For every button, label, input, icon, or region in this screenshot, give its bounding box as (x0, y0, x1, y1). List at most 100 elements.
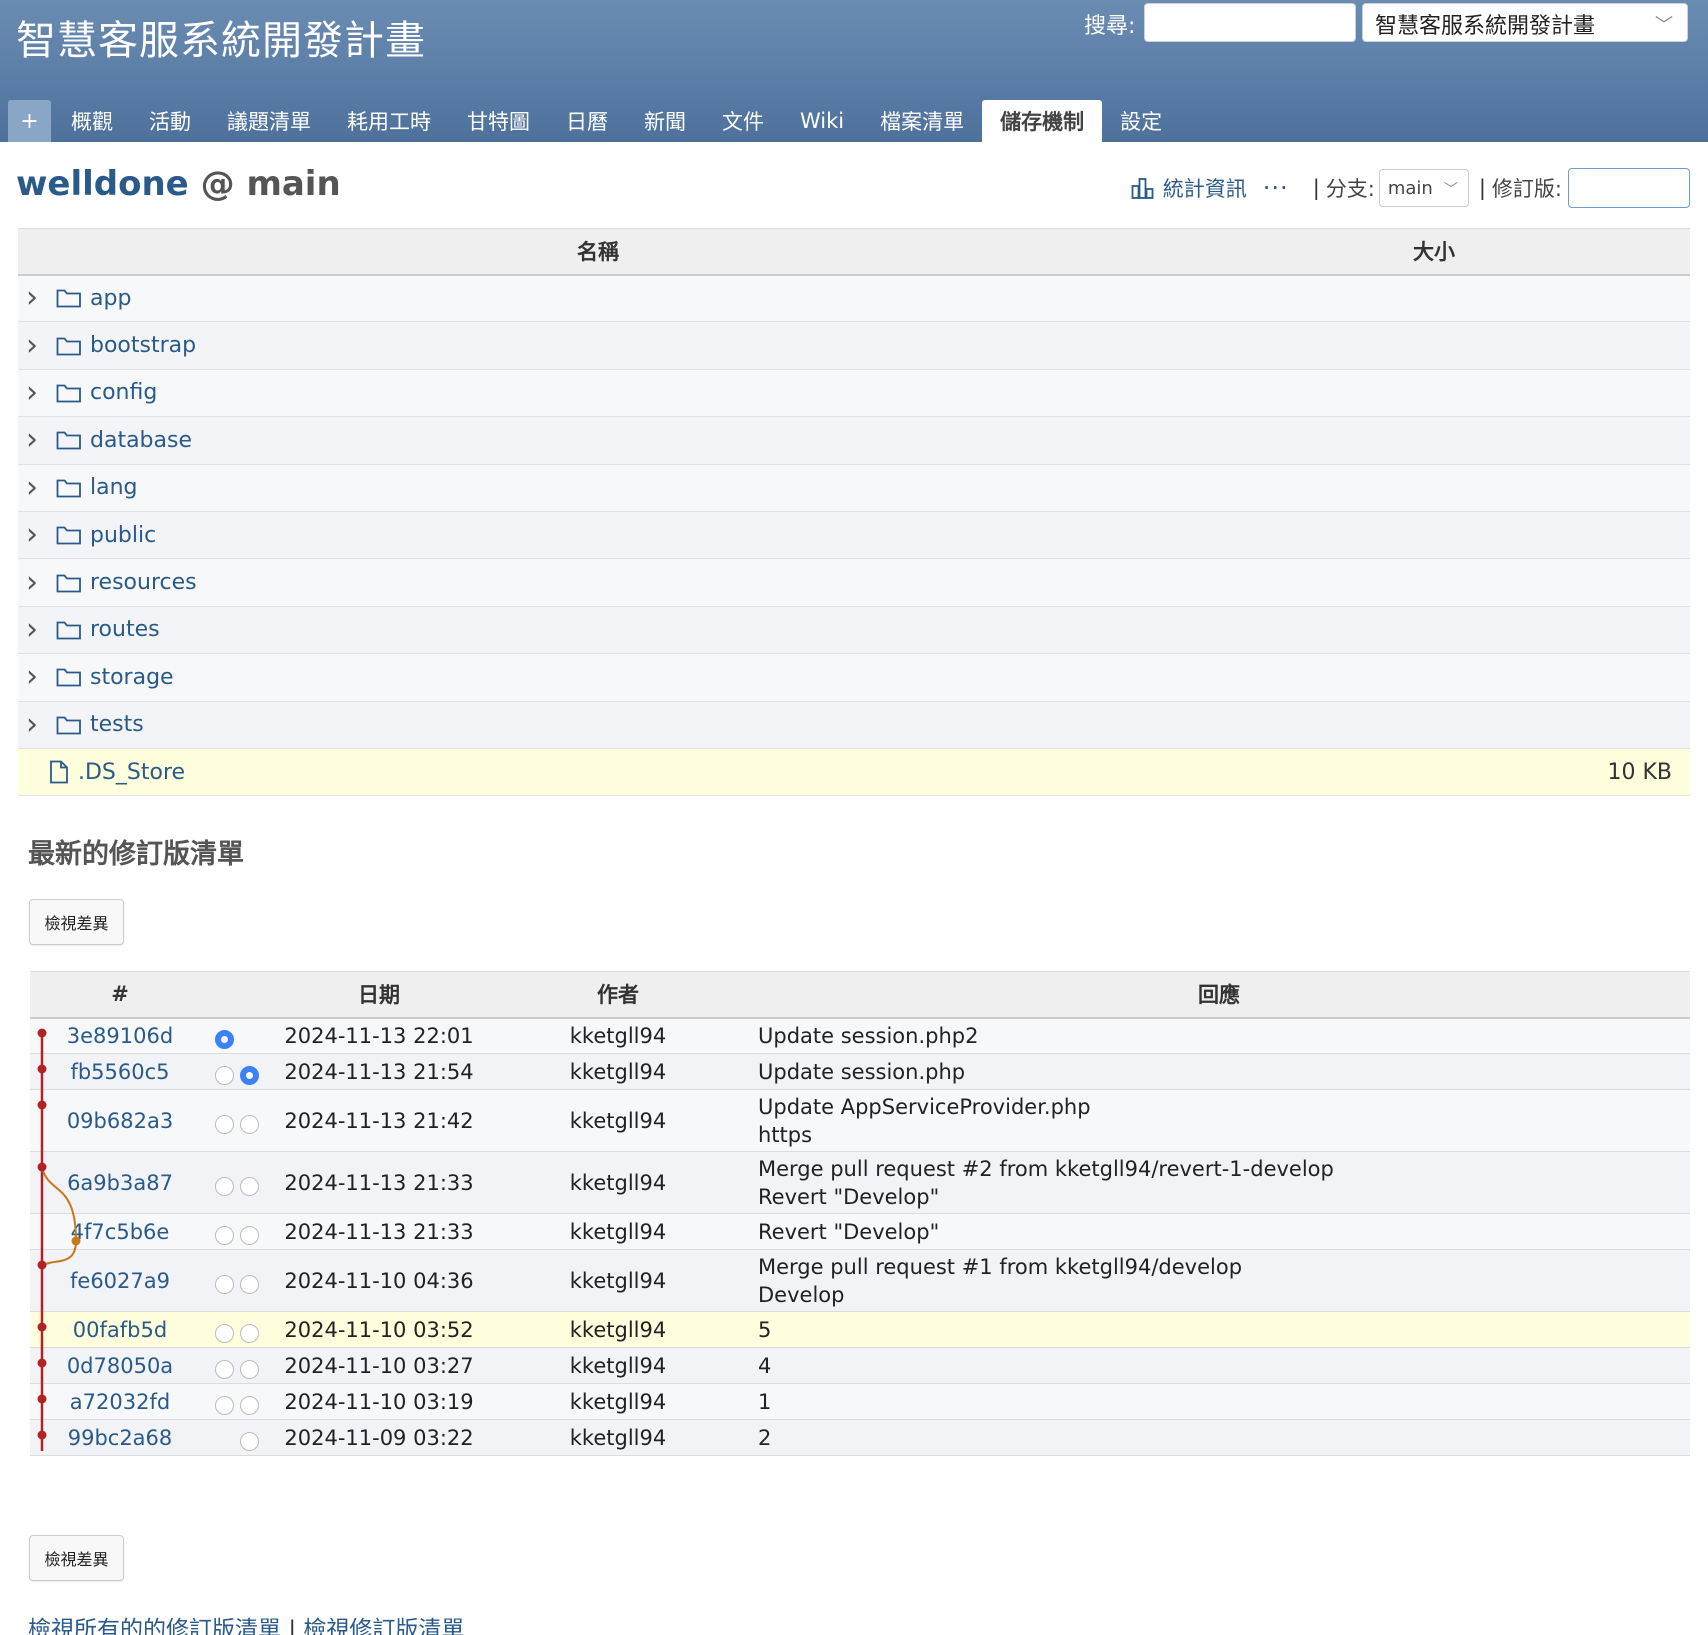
directory-name-link[interactable]: lang (90, 475, 138, 500)
file-entry-row[interactable]: .DS_Store 10 KB (18, 748, 1690, 797)
compare-from-radio[interactable] (215, 1396, 234, 1415)
graph-commit-dot (37, 1322, 47, 1332)
tab-repository[interactable]: 儲存機制 (982, 100, 1103, 142)
revision-date: 2024-11-10 03:52 (270, 1311, 488, 1348)
expand-chevron-icon[interactable]: › (26, 425, 48, 455)
compare-from-radio[interactable] (215, 1275, 234, 1294)
compare-to-radio[interactable] (240, 1396, 259, 1415)
compare-from-radio[interactable] (215, 1324, 234, 1343)
revisions-table: # 日期 作者 回應 3e89106d 2024-11-13 22:01 kketg… (30, 971, 1690, 1456)
new-object-button[interactable]: + (8, 100, 51, 142)
entry-size (1178, 369, 1690, 418)
revision-comment-line: Revert "Develop" (758, 1184, 940, 1209)
directory-name-link[interactable]: resources (90, 570, 197, 595)
tab-time-entries[interactable]: 耗用工時 (329, 100, 449, 142)
directory-entry-row[interactable]: › tests (18, 701, 1690, 749)
compare-to-radio[interactable] (240, 1432, 259, 1451)
compare-to-radio[interactable] (240, 1226, 259, 1245)
compare-radios (210, 1419, 270, 1456)
compare-to-radio[interactable] (240, 1066, 259, 1085)
file-name-link[interactable]: .DS_Store (78, 760, 185, 785)
graph-commit-dot (37, 1162, 47, 1172)
search-input[interactable] (1144, 3, 1356, 42)
expand-chevron-icon[interactable]: › (26, 472, 48, 502)
compare-from-radio[interactable] (215, 1066, 234, 1085)
tab-wiki[interactable]: Wiki (782, 100, 862, 142)
compare-from-radio[interactable] (215, 1177, 234, 1196)
directory-name-link[interactable]: app (90, 286, 131, 311)
chevron-down-icon: ﹀ (1655, 15, 1673, 36)
site-title[interactable]: 智慧客服系統開發計畫 (16, 8, 426, 66)
revision-row: fe6027a9 2024-11-10 04:36 kketgll94 Merge p… (30, 1249, 1690, 1312)
tab-calendar[interactable]: 日曆 (548, 100, 626, 142)
directory-entry-row[interactable]: › bootstrap (18, 321, 1690, 370)
more-actions-icon[interactable]: ··· (1263, 174, 1289, 202)
expand-chevron-icon[interactable]: › (26, 614, 48, 644)
directory-name-link[interactable]: database (90, 428, 192, 453)
directory-entry-row[interactable]: › config (18, 369, 1690, 418)
tab-issues[interactable]: 議題清單 (209, 100, 329, 142)
directory-entry-row[interactable]: › routes (18, 606, 1690, 655)
project-jump-select[interactable]: 智慧客服系統開發計畫 ﹀ (1362, 3, 1688, 42)
compare-to-radio[interactable] (240, 1177, 259, 1196)
tab-gantt[interactable]: 甘特圖 (449, 100, 548, 142)
compare-from-radio[interactable] (215, 1360, 234, 1379)
tab-overview[interactable]: 概觀 (53, 100, 131, 142)
entry-name-cell: › public (18, 511, 1178, 560)
revision-input[interactable] (1568, 168, 1690, 208)
directory-name-link[interactable]: tests (90, 712, 144, 737)
compare-to-radio[interactable] (240, 1115, 259, 1134)
revision-comment-line: Revert "Develop" (758, 1219, 940, 1244)
revision-comment: Update session.php (748, 1053, 1690, 1090)
directory-entry-row[interactable]: › public (18, 511, 1690, 560)
statistics-link[interactable]: 統計資訊 (1131, 173, 1247, 203)
compare-radios (210, 1383, 270, 1420)
tab-settings[interactable]: 設定 (1102, 100, 1180, 142)
tab-activity[interactable]: 活動 (131, 100, 209, 142)
column-header-size[interactable]: 大小 (1178, 228, 1690, 276)
compare-to-radio[interactable] (240, 1275, 259, 1294)
directory-entry-row[interactable]: › lang (18, 464, 1690, 512)
compare-to-radio[interactable] (240, 1324, 259, 1343)
directory-name-link[interactable]: public (90, 523, 156, 548)
view-revisions-link[interactable]: 檢視修訂版清單 (303, 1617, 464, 1635)
revision-row: a72032fd 2024-11-10 03:19 kketgll94 1 (30, 1383, 1690, 1420)
entry-size (1178, 321, 1690, 370)
directory-name-link[interactable]: bootstrap (90, 333, 196, 358)
directory-name-link[interactable]: config (90, 380, 157, 405)
entry-name-cell: › bootstrap (18, 321, 1178, 370)
expand-chevron-icon[interactable]: › (26, 330, 48, 360)
revision-date: 2024-11-13 21:54 (270, 1053, 488, 1090)
expand-chevron-icon[interactable]: › (26, 377, 48, 407)
compare-from-radio[interactable] (215, 1030, 234, 1050)
project-jump-value: 智慧客服系統開發計畫 (1375, 14, 1596, 39)
revision-comment: 4 (748, 1347, 1690, 1384)
tab-files[interactable]: 檔案清單 (862, 100, 982, 142)
directory-name-link[interactable]: storage (90, 665, 174, 690)
tab-news[interactable]: 新聞 (626, 100, 704, 142)
column-header-name[interactable]: 名稱 (18, 228, 1178, 276)
directory-entry-row[interactable]: › app (18, 274, 1690, 323)
view-differences-button[interactable]: 檢視差異 (29, 899, 124, 945)
directory-entry-row[interactable]: › storage (18, 653, 1690, 702)
repository-name-link[interactable]: welldone (16, 164, 189, 204)
revision-comment-line: Merge pull request #2 from kketgll94/rev… (758, 1156, 1334, 1181)
expand-chevron-icon[interactable]: › (26, 520, 48, 550)
directory-entry-row[interactable]: › database (18, 416, 1690, 465)
graph-commit-dot (37, 1028, 47, 1038)
directory-entry-row[interactable]: › resources (18, 558, 1690, 607)
tab-documents[interactable]: 文件 (704, 100, 782, 142)
view-all-revisions-link[interactable]: 檢視所有的的修訂版清單 (28, 1617, 281, 1635)
expand-chevron-icon[interactable]: › (26, 567, 48, 597)
compare-to-radio[interactable] (240, 1360, 259, 1379)
compare-from-radio[interactable] (215, 1115, 234, 1134)
expand-chevron-icon[interactable]: › (26, 283, 48, 313)
folder-icon (56, 621, 81, 640)
expand-chevron-icon[interactable]: › (26, 662, 48, 692)
compare-from-radio[interactable] (215, 1226, 234, 1245)
view-differences-button-bottom[interactable]: 檢視差異 (29, 1535, 124, 1581)
directory-name-link[interactable]: routes (90, 617, 160, 642)
expand-chevron-icon[interactable]: › (26, 709, 48, 739)
revision-date: 2024-11-13 21:33 (270, 1213, 488, 1250)
branch-select[interactable]: main ﹀ (1378, 169, 1469, 207)
